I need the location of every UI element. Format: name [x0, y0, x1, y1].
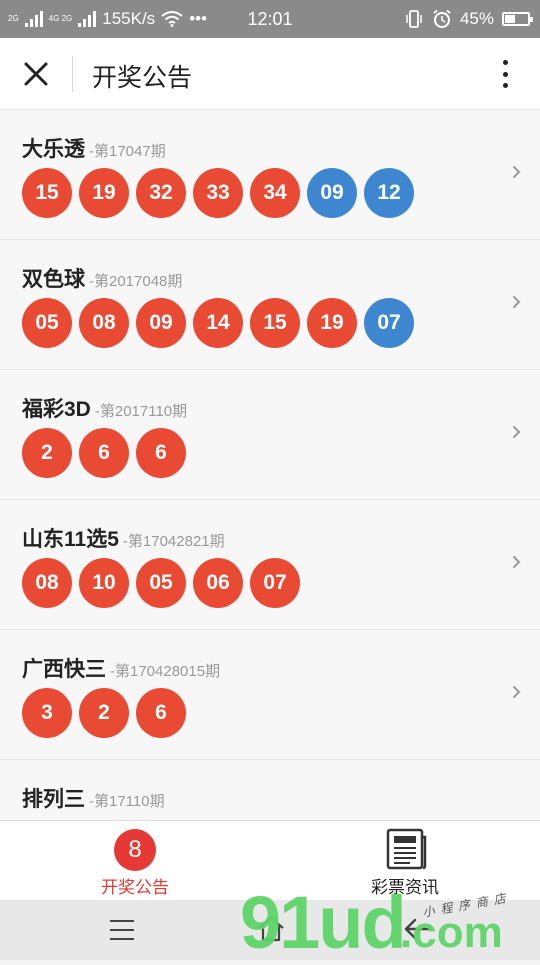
red-ball: 2 [79, 688, 129, 738]
red-ball: 15 [22, 168, 72, 218]
lottery-issue: -第17110期 [89, 793, 165, 810]
lottery-name: 山东11选5 [22, 528, 119, 551]
menu-icon[interactable] [110, 920, 134, 940]
lottery-item[interactable]: 双色球 -第2017048期 05 08 09 14 15 19 07 [0, 240, 540, 370]
blue-ball: 12 [364, 168, 414, 218]
ball-row: 326 [22, 688, 186, 738]
header-divider [72, 56, 73, 92]
lottery-issue: -第170428015期 [110, 663, 221, 680]
red-ball: 15 [250, 298, 300, 348]
back-arrow-icon[interactable] [402, 914, 434, 944]
blue-ball: 09 [307, 168, 357, 218]
battery-fill [505, 15, 515, 23]
red-ball: 34 [250, 168, 300, 218]
lottery-name: 大乐透 [22, 138, 85, 161]
lottery-item[interactable]: 广西快三 -第170428015期 3 2 6 [0, 630, 540, 760]
tab-announcements-label: 开奖公告 [101, 878, 169, 897]
red-ball: 08 [22, 558, 72, 608]
page-header: 开奖公告 [0, 38, 540, 110]
tab-announcements[interactable]: 8 开奖公告 [0, 821, 270, 901]
lottery-name: 排列三 [22, 788, 85, 811]
red-ball: 19 [79, 168, 129, 218]
battery-icon [502, 12, 533, 26]
red-ball: 10 [79, 558, 129, 608]
lottery-item[interactable]: 山东11选5 -第17042821期 08 10 05 06 07 [0, 500, 540, 630]
lottery-issue: -第17042821期 [122, 533, 225, 550]
ball-row: 05 08 09 14 15 19 07 [22, 298, 414, 348]
page-title: 开奖公告 [92, 64, 193, 92]
red-ball: 08 [79, 298, 129, 348]
ball-row: 266 [22, 428, 186, 478]
lottery-item[interactable]: 排列三 -第17110期 [0, 760, 540, 820]
chevron-right-icon [513, 556, 521, 568]
red-ball: 6 [79, 428, 129, 478]
red-ball: 6 [136, 428, 186, 478]
red-ball: 07 [250, 558, 300, 608]
red-ball: 32 [136, 168, 186, 218]
close-icon[interactable] [18, 56, 54, 92]
lottery-item-head: 山东11选5 -第17042821期 [22, 523, 225, 553]
more-menu-icon[interactable] [490, 56, 520, 92]
lottery-item[interactable]: 福彩3D -第2017110期 2 6 6 [0, 370, 540, 500]
chevron-right-icon [513, 166, 521, 178]
status-bar: 2G 4G 2G 155K/s ••• 12:01 45% [0, 0, 540, 38]
red-ball: 33 [193, 168, 243, 218]
red-ball: 14 [193, 298, 243, 348]
red-ball: 6 [136, 688, 186, 738]
lottery-list: 大乐透 -第17047期 15 19 32 33 34 09 12 双色球 -第2017048期 05… [0, 110, 540, 820]
chevron-right-icon [513, 686, 521, 698]
lottery-item-head: 广西快三 -第170428015期 [22, 653, 220, 683]
vibrate-icon [406, 10, 422, 28]
blue-ball: 07 [364, 298, 414, 348]
lottery-item-head: 大乐透 -第17047期 [22, 133, 166, 163]
lottery-item-head: 福彩3D -第2017110期 [22, 393, 187, 423]
lottery-name: 双色球 [22, 268, 85, 291]
red-ball: 2 [22, 428, 72, 478]
lottery-issue: -第17047期 [89, 143, 166, 160]
lottery-name: 广西快三 [22, 658, 106, 681]
red-ball: 19 [307, 298, 357, 348]
red-ball: 3 [22, 688, 72, 738]
tab-news-label: 彩票资讯 [371, 878, 439, 897]
bottom-tab-bar: 8 开奖公告 彩票资讯 [0, 820, 540, 900]
red-ball: 09 [136, 298, 186, 348]
red-ball: 05 [22, 298, 72, 348]
lottery-item-head: 双色球 -第2017048期 [22, 263, 182, 293]
chevron-right-icon [513, 296, 521, 308]
newspaper-icon [386, 828, 427, 870]
system-nav-bar [0, 900, 540, 960]
lottery-name: 福彩3D [22, 398, 91, 421]
ball-row: 15 19 32 33 34 09 12 [22, 168, 414, 218]
lottery-issue: -第2017048期 [89, 273, 183, 290]
battery-percent: 45% [459, 9, 494, 28]
home-icon[interactable] [256, 914, 286, 944]
alarm-icon [433, 9, 451, 28]
announcement-badge-icon: 8 [114, 829, 156, 871]
tab-news[interactable]: 彩票资讯 [270, 821, 540, 901]
lottery-issue: -第2017110期 [94, 403, 188, 420]
lottery-item[interactable]: 大乐透 -第17047期 15 19 32 33 34 09 12 [0, 110, 540, 240]
ball-row: 08 10 05 06 07 [22, 558, 300, 608]
red-ball: 05 [136, 558, 186, 608]
status-right: 45% [404, 0, 533, 38]
red-ball: 06 [193, 558, 243, 608]
lottery-item-head: 排列三 -第17110期 [22, 783, 165, 813]
chevron-right-icon [513, 426, 521, 438]
